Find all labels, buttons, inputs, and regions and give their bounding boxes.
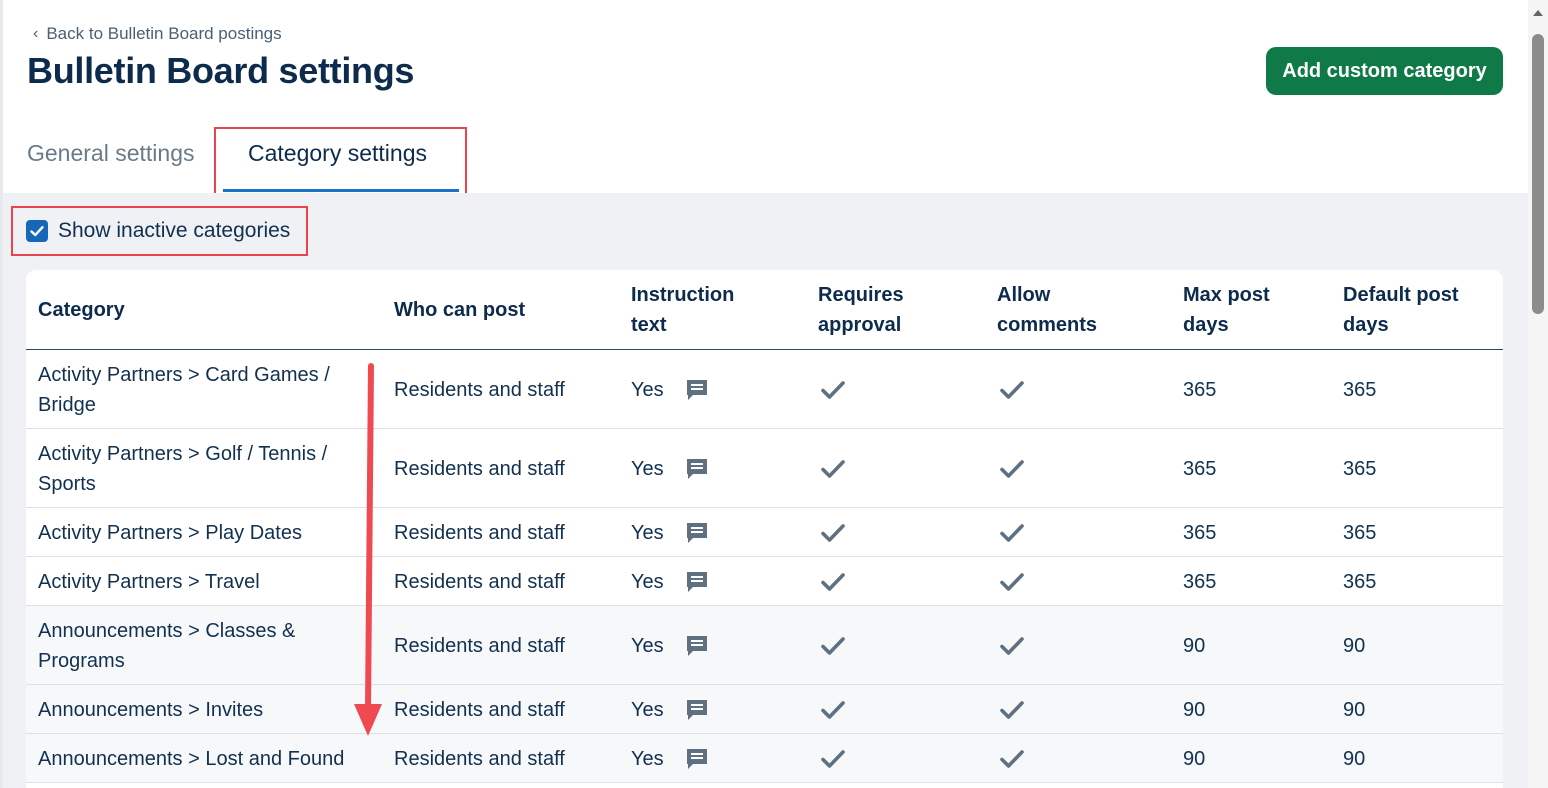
max-post-days: 365	[1183, 457, 1217, 480]
annotation-highlight-tab	[214, 127, 467, 199]
max-post-days: 90	[1183, 634, 1206, 657]
category-name: Activity Partners > Play Dates	[38, 521, 302, 544]
requires-approval-checkmark-icon	[821, 700, 845, 720]
category-name-line1: Activity Partners > Card Games /	[38, 363, 330, 386]
column-header-comments-line1[interactable]: Allow	[997, 280, 1050, 310]
allow-comments-checkmark-icon	[1000, 749, 1024, 769]
back-link-label: Back to Bulletin Board postings	[46, 24, 282, 43]
category-name: Announcements > Lost and Found	[38, 747, 345, 770]
requires-approval-checkmark-icon	[821, 636, 845, 656]
table-row[interactable]: Activity Partners > Travel Residents and …	[26, 557, 1503, 606]
comment-icon[interactable]	[684, 746, 710, 772]
max-post-days: 365	[1183, 378, 1217, 401]
table-row[interactable]: Announcements > Classes & Programs Residen…	[26, 606, 1503, 685]
column-header-max-line1[interactable]: Max post	[1183, 280, 1270, 310]
table-row[interactable]: Activity Partners > Play Dates Residents …	[26, 508, 1503, 557]
instruction-text-value: Yes	[631, 378, 664, 401]
scrollbar-thumb[interactable]	[1532, 34, 1544, 314]
comment-icon[interactable]	[684, 569, 710, 595]
allow-comments-checkmark-icon	[1000, 380, 1024, 400]
requires-approval-checkmark-icon	[821, 459, 845, 479]
instruction-text-value: Yes	[631, 747, 664, 770]
requires-approval-checkmark-icon	[821, 523, 845, 543]
category-name-line1: Activity Partners > Golf / Tennis /	[38, 442, 328, 465]
allow-comments-checkmark-icon	[1000, 572, 1024, 592]
default-post-days: 365	[1343, 521, 1377, 544]
tab-general-settings[interactable]: General settings	[27, 140, 194, 167]
comment-icon[interactable]	[684, 633, 710, 659]
category-name-line2: Bridge	[38, 393, 96, 416]
who-can-post: Residents and staff	[394, 747, 565, 770]
comment-icon[interactable]	[684, 456, 710, 482]
who-can-post: Residents and staff	[394, 634, 565, 657]
column-header-max-line2[interactable]: days	[1183, 310, 1229, 340]
back-link[interactable]: ‹ Back to Bulletin Board postings	[33, 24, 282, 44]
column-header-default-line1[interactable]: Default post	[1343, 280, 1459, 310]
requires-approval-checkmark-icon	[821, 572, 845, 592]
table-row[interactable]: Activity Partners > Golf / Tennis / Sport…	[26, 429, 1503, 508]
add-custom-category-button[interactable]: Add custom category	[1266, 47, 1503, 95]
requires-approval-checkmark-icon	[821, 749, 845, 769]
column-header-approval-line2[interactable]: approval	[818, 310, 901, 340]
default-post-days: 90	[1343, 634, 1366, 657]
category-name: Announcements > Invites	[38, 698, 264, 721]
default-post-days: 365	[1343, 570, 1377, 593]
column-header-default-line2[interactable]: days	[1343, 310, 1389, 340]
instruction-text-value: Yes	[631, 570, 664, 593]
instruction-text-value: Yes	[631, 698, 664, 721]
who-can-post: Residents and staff	[394, 378, 565, 401]
allow-comments-checkmark-icon	[1000, 700, 1024, 720]
category-name-line1: Announcements > Classes &	[38, 619, 296, 642]
comment-icon[interactable]	[684, 520, 710, 546]
red-arrow-down-icon	[354, 363, 382, 736]
page-title: Bulletin Board settings	[27, 50, 415, 91]
max-post-days: 365	[1183, 521, 1217, 544]
instruction-text-value: Yes	[631, 457, 664, 480]
table-row[interactable]: Activity Partners > Card Games / Bridge Re…	[26, 350, 1503, 429]
category-table: Category Who can post Instruction text R…	[26, 270, 1503, 788]
max-post-days: 90	[1183, 698, 1206, 721]
who-can-post: Residents and staff	[394, 457, 565, 480]
annotation-highlight-checkbox	[11, 206, 308, 256]
who-can-post: Residents and staff	[394, 698, 565, 721]
comment-icon[interactable]	[684, 697, 710, 723]
requires-approval-checkmark-icon	[821, 380, 845, 400]
instruction-text-value: Yes	[631, 521, 664, 544]
column-header-approval-line1[interactable]: Requires	[818, 280, 904, 310]
max-post-days: 365	[1183, 570, 1217, 593]
default-post-days: 365	[1343, 457, 1377, 480]
allow-comments-checkmark-icon	[1000, 523, 1024, 543]
table-row[interactable]: Announcements > Lost and Found Residents …	[26, 734, 1503, 783]
allow-comments-checkmark-icon	[1000, 459, 1024, 479]
column-header-category[interactable]: Category	[38, 295, 125, 325]
default-post-days: 365	[1343, 378, 1377, 401]
who-can-post: Residents and staff	[394, 521, 565, 544]
category-name-line2: Sports	[38, 472, 96, 495]
default-post-days: 90	[1343, 747, 1366, 770]
instruction-text-value: Yes	[631, 634, 664, 657]
default-post-days: 90	[1343, 698, 1366, 721]
table-row[interactable]: Announcements > Invites Residents and sta…	[26, 685, 1503, 734]
max-post-days: 90	[1183, 747, 1206, 770]
allow-comments-checkmark-icon	[1000, 636, 1024, 656]
comment-icon[interactable]	[684, 377, 710, 403]
column-header-instruction-line1[interactable]: Instruction	[631, 280, 734, 310]
table-header: Category Who can post Instruction text R…	[26, 270, 1503, 350]
category-name-line2: Programs	[38, 649, 125, 672]
scroll-up-arrow-icon[interactable]	[1533, 10, 1543, 16]
who-can-post: Residents and staff	[394, 570, 565, 593]
column-header-instruction-line2[interactable]: text	[631, 310, 667, 340]
category-name: Activity Partners > Travel	[38, 570, 260, 593]
column-header-comments-line2[interactable]: comments	[997, 310, 1097, 340]
chevron-left-icon: ‹	[33, 25, 39, 42]
column-header-who-can-post[interactable]: Who can post	[394, 295, 525, 325]
